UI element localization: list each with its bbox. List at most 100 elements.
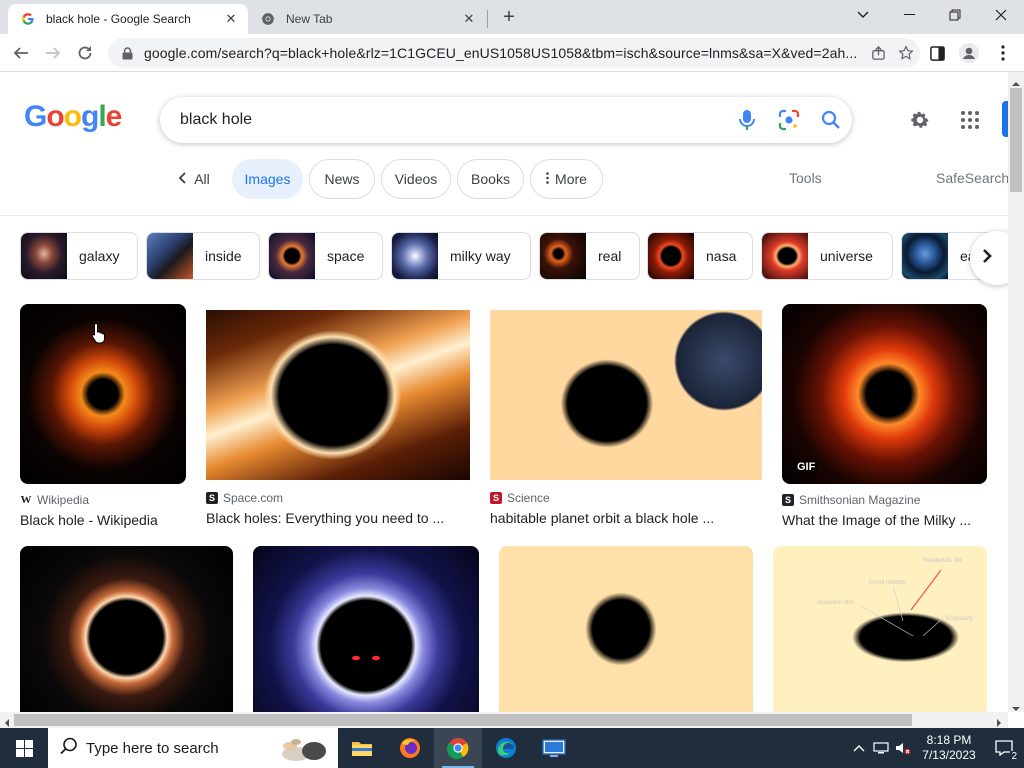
tab-google-search[interactable]: black hole - Google Search ✕: [8, 4, 248, 34]
related-universe[interactable]: universe: [761, 232, 893, 280]
lens-camera-icon[interactable]: [768, 100, 810, 140]
google-apps-grid-icon[interactable]: [954, 104, 986, 136]
bookmark-star-icon[interactable]: [892, 40, 920, 66]
filter-all[interactable]: All: [166, 159, 222, 199]
result-source[interactable]: S Space.com: [206, 491, 470, 505]
tab-search-chevron-icon[interactable]: [840, 0, 886, 30]
settings-gear-icon[interactable]: [904, 104, 936, 136]
related-label: space: [327, 248, 365, 264]
new-tab-button[interactable]: +: [498, 6, 520, 28]
tray-chevron-up-icon[interactable]: [848, 728, 870, 768]
related-nasa[interactable]: nasa: [647, 232, 753, 280]
image-result-smithsonian[interactable]: GIF S Smithsonian Magazine What the Imag…: [782, 304, 987, 528]
filter-images[interactable]: Images: [232, 159, 303, 199]
related-thumbnail: [540, 233, 586, 279]
related-milky-way[interactable]: milky way: [391, 232, 531, 280]
result-image[interactable]: [206, 310, 470, 480]
close-tab-icon[interactable]: ✕: [222, 10, 240, 28]
chrome-app[interactable]: [434, 728, 482, 768]
filter-books[interactable]: Books: [457, 159, 524, 199]
edge-app[interactable]: [482, 728, 530, 768]
network-icon[interactable]: [870, 728, 892, 768]
result-image[interactable]: [490, 310, 762, 480]
result-image[interactable]: [253, 546, 479, 712]
related-thumbnail: [147, 233, 193, 279]
microphone-icon[interactable]: [726, 100, 768, 140]
browser-menu-icon[interactable]: [990, 40, 1016, 66]
image-result-space[interactable]: S Space.com Black holes: Everything you …: [206, 310, 470, 526]
result-image[interactable]: [499, 546, 753, 712]
related-inside[interactable]: inside: [146, 232, 260, 280]
back-button[interactable]: [8, 40, 34, 66]
clock-time: 8:18 PM: [926, 733, 972, 747]
file-explorer-app[interactable]: [338, 728, 386, 768]
result-source[interactable]: S Smithsonian Magazine: [782, 493, 987, 507]
close-tab-icon[interactable]: ✕: [460, 10, 478, 28]
minimize-button[interactable]: [886, 0, 932, 30]
restore-button[interactable]: [932, 0, 978, 30]
image-result-row2-1[interactable]: [20, 546, 233, 712]
image-result-row2-3[interactable]: [499, 546, 753, 712]
image-result-row2-2[interactable]: [253, 546, 479, 712]
related-thumbnail: [762, 233, 808, 279]
search-highlight-stones-icon: [274, 736, 332, 766]
related-galaxy[interactable]: galaxy: [20, 232, 138, 280]
image-result-row2-4[interactable]: Relativistic Jet Accretion disc Event ho…: [773, 546, 987, 712]
result-title[interactable]: Black hole - Wikipedia: [20, 512, 186, 528]
result-image[interactable]: Relativistic Jet Accretion disc Event ho…: [773, 546, 987, 712]
related-real[interactable]: real: [539, 232, 640, 280]
notification-count: 2: [1010, 751, 1018, 762]
google-g-icon: [20, 11, 36, 27]
url-text[interactable]: google.com/search?q=black+hole&rlz=1C1GC…: [144, 45, 864, 61]
side-panel-icon[interactable]: [924, 40, 950, 66]
tab-new-tab[interactable]: New Tab ✕: [250, 4, 486, 34]
search-icon[interactable]: [810, 100, 852, 140]
windows-start-button[interactable]: [0, 728, 48, 768]
firefox-app[interactable]: [386, 728, 434, 768]
result-image[interactable]: [20, 546, 233, 712]
result-source-name: Smithsonian Magazine: [799, 493, 921, 507]
filter-videos[interactable]: Videos: [381, 159, 451, 199]
volume-muted-icon[interactable]: [892, 728, 914, 768]
windows-logo-icon: [15, 739, 33, 757]
result-image[interactable]: GIF: [782, 304, 987, 484]
result-title[interactable]: Black holes: Everything you need to ...: [206, 510, 470, 526]
filter-news[interactable]: News: [309, 159, 375, 199]
search-input[interactable]: black hole: [180, 111, 726, 129]
scroll-up-arrow-icon[interactable]: [1011, 74, 1021, 92]
tools-button[interactable]: Tools: [789, 170, 822, 186]
close-window-button[interactable]: [978, 0, 1024, 30]
image-result-science[interactable]: S Science habitable planet orbit a black…: [490, 310, 762, 526]
firefox-icon: [400, 738, 420, 758]
safesearch-button[interactable]: SafeSearch: [936, 170, 1009, 186]
taskbar-search-box[interactable]: Type here to search: [48, 728, 338, 768]
scroll-down-arrow-icon[interactable]: [1011, 699, 1021, 717]
profile-avatar-icon[interactable]: [956, 40, 982, 66]
result-title[interactable]: habitable planet orbit a black hole ...: [490, 510, 762, 526]
reload-button[interactable]: [72, 40, 98, 66]
result-source[interactable]: W Wikipedia: [20, 493, 186, 507]
vertical-scroll-thumb[interactable]: [1010, 88, 1022, 192]
address-bar[interactable]: google.com/search?q=black+hole&rlz=1C1GC…: [108, 38, 920, 68]
search-box[interactable]: black hole: [160, 97, 852, 143]
windows-taskbar: Type here to search 8:18 PM 7/13/2023 2: [0, 728, 1024, 768]
taskbar-clock[interactable]: 8:18 PM 7/13/2023: [914, 733, 984, 763]
lock-icon[interactable]: [122, 46, 136, 60]
wikipedia-w-icon: W: [20, 494, 32, 506]
filter-more[interactable]: More: [530, 159, 603, 199]
related-space[interactable]: space: [268, 232, 383, 280]
filter-more-label: More: [555, 171, 587, 187]
logo-letter-o: o: [63, 100, 82, 133]
result-title[interactable]: What the Image of the Milky ...: [782, 512, 987, 528]
share-icon[interactable]: [864, 40, 892, 66]
space-s-icon: S: [206, 492, 218, 504]
google-logo[interactable]: Google: [24, 100, 122, 134]
chrome-icon: [447, 737, 469, 759]
result-source[interactable]: S Science: [490, 491, 762, 505]
notification-center-button[interactable]: 2: [984, 728, 1024, 768]
science-s-icon: S: [490, 492, 502, 504]
horizontal-scroll-thumb[interactable]: [14, 714, 912, 726]
forward-button[interactable]: [40, 40, 66, 66]
remote-desktop-app[interactable]: [530, 728, 578, 768]
logo-letter-o: o: [46, 100, 64, 133]
